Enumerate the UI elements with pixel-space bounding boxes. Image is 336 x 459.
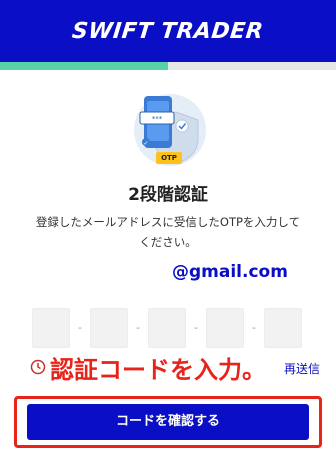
otp-badge: OTP — [156, 152, 182, 164]
otp-separator: - — [252, 321, 256, 334]
app-header: SWIFT TRADER — [0, 0, 336, 62]
otp-digit-2[interactable] — [90, 308, 128, 348]
progress-bar — [0, 62, 336, 70]
svg-text:***: *** — [152, 115, 163, 123]
instruction-text: 登録したメールアドレスに受信したOTPを入力してください。 — [35, 215, 301, 249]
brand-logo: SWIFT TRADER — [71, 18, 265, 44]
masked-email: @gmail.com — [172, 262, 288, 282]
otp-digit-3[interactable] — [148, 308, 186, 348]
otp-digit-4[interactable] — [206, 308, 244, 348]
otp-separator: - — [78, 321, 82, 334]
page-title: 2段階認証 — [128, 185, 208, 205]
progress-fill — [0, 62, 168, 70]
annotation-callout: 認証コードを入力。 — [50, 356, 266, 384]
otp-input-group: - - - - — [0, 308, 336, 348]
otp-separator: - — [194, 321, 198, 334]
confirm-code-button[interactable]: コードを確認する — [27, 404, 309, 440]
resend-link[interactable]: 再送信 — [284, 360, 320, 377]
clock-icon — [30, 359, 46, 375]
otp-digit-1[interactable] — [32, 308, 70, 348]
svg-text:✓: ✓ — [143, 140, 148, 147]
otp-digit-5[interactable] — [264, 308, 302, 348]
otp-separator: - — [136, 321, 140, 334]
